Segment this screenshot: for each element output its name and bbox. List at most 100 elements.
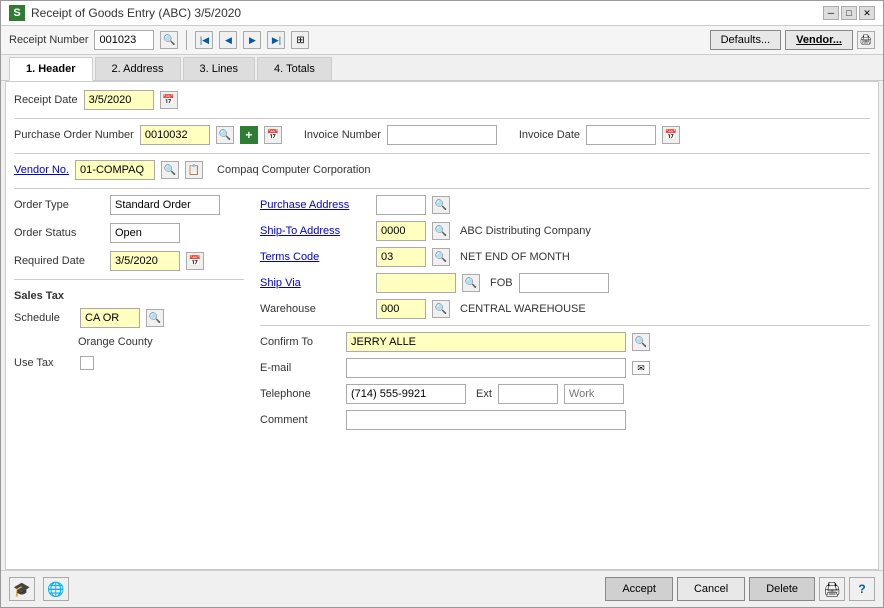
title-bar-left: S Receipt of Goods Entry (ABC) 3/5/2020	[9, 5, 241, 21]
ship-to-row: Ship-To Address 🔍 ABC Distributing Compa…	[260, 221, 870, 241]
printer-toolbar-icon[interactable]: 🖨	[857, 31, 875, 49]
vendor-no-link[interactable]: Vendor No.	[14, 164, 69, 176]
nav-last-button[interactable]: ▶|	[267, 31, 285, 49]
ship-to-link[interactable]: Ship-To Address	[260, 225, 370, 237]
tab-totals[interactable]: 4. Totals	[257, 57, 332, 80]
receipt-search-icon[interactable]: 🔍	[160, 31, 178, 49]
terms-code-input[interactable]	[376, 247, 426, 267]
email-label: E-mail	[260, 362, 340, 374]
ship-via-search-icon[interactable]: 🔍	[462, 274, 480, 292]
telephone-label: Telephone	[260, 388, 340, 400]
warehouse-search-icon[interactable]: 🔍	[432, 300, 450, 318]
warehouse-label: Warehouse	[260, 303, 370, 315]
comment-input[interactable]	[346, 410, 626, 430]
right-column: Purchase Address 🔍 Ship-To Address 🔍 ABC…	[260, 195, 870, 436]
use-tax-label: Use Tax	[14, 357, 74, 369]
po-add-button[interactable]: +	[240, 126, 258, 144]
use-tax-row: Use Tax	[14, 356, 244, 370]
schedule-search-icon[interactable]: 🔍	[146, 309, 164, 327]
nav-first-button[interactable]: |◀	[195, 31, 213, 49]
receipt-date-calendar-icon[interactable]: 📅	[160, 91, 178, 109]
defaults-button[interactable]: Defaults...	[710, 30, 782, 50]
fob-input[interactable]	[519, 273, 609, 293]
purchase-address-link[interactable]: Purchase Address	[260, 199, 370, 211]
order-status-input[interactable]	[110, 223, 180, 243]
ship-via-link[interactable]: Ship Via	[260, 277, 370, 289]
bottom-bar: 🎓 🌐 Accept Cancel Delete 🖨 ?	[1, 570, 883, 607]
po-search-icon[interactable]: 🔍	[216, 126, 234, 144]
terms-code-link[interactable]: Terms Code	[260, 251, 370, 263]
email-row: E-mail ✉	[260, 358, 870, 378]
tab-header[interactable]: 1. Header	[9, 57, 93, 81]
order-type-label: Order Type	[14, 199, 104, 211]
required-date-input[interactable]	[110, 251, 180, 271]
email-input[interactable]	[346, 358, 626, 378]
ship-to-search-icon[interactable]: 🔍	[432, 222, 450, 240]
purchase-address-input[interactable]	[376, 195, 426, 215]
main-content: Receipt Date 📅 Purchase Order Number 🔍 +…	[5, 81, 879, 570]
use-tax-checkbox[interactable]	[80, 356, 94, 370]
cancel-button[interactable]: Cancel	[677, 577, 745, 601]
po-number-row: Purchase Order Number 🔍 + 📅 Invoice Numb…	[14, 125, 870, 145]
minimize-button[interactable]: ─	[823, 6, 839, 20]
warehouse-input[interactable]	[376, 299, 426, 319]
tab-address[interactable]: 2. Address	[95, 57, 181, 80]
invoice-date-calendar-icon[interactable]: 📅	[662, 126, 680, 144]
nav-next-button[interactable]: ▶	[243, 31, 261, 49]
nav-prev-button[interactable]: ◀	[219, 31, 237, 49]
grid-view-icon[interactable]: ⊞	[291, 31, 309, 49]
confirm-to-row: Confirm To 🔍	[260, 332, 870, 352]
schedule-row: Schedule 🔍	[14, 308, 244, 328]
ship-via-input[interactable]	[376, 273, 456, 293]
work-input[interactable]	[564, 384, 624, 404]
toolbar-left: Receipt Number 🔍 |◀ ◀ ▶ ▶| ⊞	[9, 30, 309, 50]
telephone-input[interactable]	[346, 384, 466, 404]
vendor-info-icon[interactable]: 📋	[185, 161, 203, 179]
receipt-number-input[interactable]	[94, 30, 154, 50]
order-status-label: Order Status	[14, 227, 104, 239]
close-button[interactable]: ✕	[859, 6, 875, 20]
vendor-button[interactable]: Vendor...	[785, 30, 853, 50]
ext-label: Ext	[476, 388, 492, 400]
required-date-calendar-icon[interactable]: 📅	[186, 252, 204, 270]
terms-code-search-icon[interactable]: 🔍	[432, 248, 450, 266]
graduation-icon[interactable]: 🎓	[9, 577, 35, 601]
warehouse-name: CENTRAL WAREHOUSE	[460, 303, 586, 315]
invoice-date-label: Invoice Date	[519, 129, 580, 141]
county-name: Orange County	[78, 336, 153, 348]
accept-button[interactable]: Accept	[605, 577, 673, 601]
vendor-no-input[interactable]	[75, 160, 155, 180]
purchase-address-search-icon[interactable]: 🔍	[432, 196, 450, 214]
confirm-to-input[interactable]	[346, 332, 626, 352]
window-title: Receipt of Goods Entry (ABC) 3/5/2020	[31, 6, 241, 20]
print-button[interactable]: 🖨	[819, 577, 845, 601]
confirm-to-search-icon[interactable]: 🔍	[632, 333, 650, 351]
invoice-number-input[interactable]	[387, 125, 497, 145]
required-date-row: Required Date 📅	[14, 251, 244, 271]
delete-button[interactable]: Delete	[749, 577, 815, 601]
invoice-date-input[interactable]	[586, 125, 656, 145]
invoice-number-label: Invoice Number	[304, 129, 381, 141]
tab-lines[interactable]: 3. Lines	[183, 57, 256, 80]
sales-tax-label: Sales Tax	[14, 290, 64, 302]
receipt-number-label: Receipt Number	[9, 34, 88, 46]
schedule-input[interactable]	[80, 308, 140, 328]
bottom-right: Accept Cancel Delete 🖨 ?	[605, 577, 875, 601]
globe-icon[interactable]: 🌐	[43, 577, 69, 601]
receipt-date-row: Receipt Date 📅	[14, 90, 870, 110]
title-bar: S Receipt of Goods Entry (ABC) 3/5/2020 …	[1, 1, 883, 26]
receipt-date-input[interactable]	[84, 90, 154, 110]
ship-to-name: ABC Distributing Company	[460, 225, 591, 237]
po-number-input[interactable]	[140, 125, 210, 145]
ship-to-input[interactable]	[376, 221, 426, 241]
schedule-label: Schedule	[14, 312, 74, 324]
vendor-search-icon[interactable]: 🔍	[161, 161, 179, 179]
email-icon[interactable]: ✉	[632, 361, 650, 375]
po-calendar-icon[interactable]: 📅	[264, 126, 282, 144]
order-type-input[interactable]	[110, 195, 220, 215]
terms-code-row: Terms Code 🔍 NET END OF MONTH	[260, 247, 870, 267]
maximize-button[interactable]: □	[841, 6, 857, 20]
help-button[interactable]: ?	[849, 577, 875, 601]
ext-input[interactable]	[498, 384, 558, 404]
sales-tax-section: Sales Tax	[14, 288, 244, 302]
